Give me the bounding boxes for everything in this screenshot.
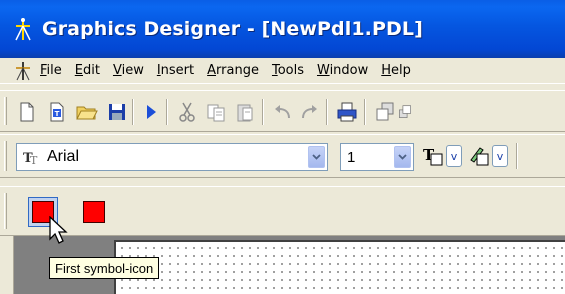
format-toolbar: TT Arial 1 T v v xyxy=(0,134,565,178)
tooltip: First symbol-icon xyxy=(49,257,160,279)
text-color-icon[interactable]: T xyxy=(422,145,444,167)
print-icon[interactable] xyxy=(336,101,358,123)
app-icon[interactable] xyxy=(12,16,34,42)
line-color-icon[interactable] xyxy=(468,145,490,167)
menu-view[interactable]: View xyxy=(113,63,144,78)
toolbar-separator xyxy=(364,99,366,125)
text-color-dropdown[interactable]: v xyxy=(446,145,462,167)
new-template-icon[interactable]: T xyxy=(46,101,68,123)
tooltip-text: First symbol-icon xyxy=(55,260,154,276)
toolbar-separator xyxy=(132,99,134,125)
copy-icon[interactable] xyxy=(206,101,228,123)
undo-icon[interactable] xyxy=(272,101,294,123)
bring-forward-icon[interactable] xyxy=(374,101,396,123)
menu-tools[interactable]: Tools xyxy=(272,63,304,78)
chevron-down-icon[interactable] xyxy=(394,146,411,168)
toolbar-separator xyxy=(166,99,168,125)
menu-file[interactable]: File xyxy=(40,63,62,78)
menu-bar: File Edit View Insert Arrange Tools Wind… xyxy=(0,58,565,84)
open-folder-icon[interactable] xyxy=(76,101,98,123)
cut-icon[interactable] xyxy=(176,101,198,123)
toolbar-separator xyxy=(516,143,518,169)
toolbar-separator xyxy=(326,99,328,125)
new-file-icon[interactable] xyxy=(16,101,38,123)
menu-window[interactable]: Window xyxy=(317,63,368,78)
menu-arrange[interactable]: Arrange xyxy=(207,63,259,78)
title-bar: Graphics Designer - [NewPdl1.PDL] xyxy=(0,0,565,58)
drawing-canvas[interactable] xyxy=(114,240,565,294)
window-title: Graphics Designer - [NewPdl1.PDL] xyxy=(42,18,423,40)
toolbar-grip[interactable] xyxy=(4,97,7,125)
svg-text:T: T xyxy=(55,110,60,118)
menu-insert[interactable]: Insert xyxy=(157,63,194,78)
chevron-down-icon[interactable] xyxy=(308,146,325,168)
mouse-pointer-icon xyxy=(49,215,71,246)
font-size-value: 1 xyxy=(347,148,356,166)
redo-icon[interactable] xyxy=(298,101,320,123)
save-icon[interactable] xyxy=(106,101,128,123)
line-color-dropdown[interactable]: v xyxy=(492,145,508,167)
font-name-combo[interactable]: TT Arial xyxy=(16,143,328,171)
toolbar-grip[interactable] xyxy=(4,193,7,229)
vertical-ruler xyxy=(0,236,14,294)
symbol-toolbar xyxy=(0,186,565,236)
truetype-font-icon: TT xyxy=(17,149,41,165)
second-symbol-icon[interactable] xyxy=(79,197,109,227)
document-menu-icon[interactable] xyxy=(14,61,32,81)
run-icon[interactable] xyxy=(140,101,162,123)
red-square-icon xyxy=(83,201,105,223)
send-backward-icon[interactable] xyxy=(398,101,412,123)
menu-edit[interactable]: Edit xyxy=(75,63,100,78)
font-name-value: Arial xyxy=(47,148,80,165)
standard-toolbar: T xyxy=(0,90,565,132)
svg-text:T: T xyxy=(30,154,38,165)
toolbar-separator xyxy=(262,99,264,125)
font-size-combo[interactable]: 1 xyxy=(340,143,414,171)
menu-help[interactable]: Help xyxy=(381,63,411,78)
toolbar-grip[interactable] xyxy=(4,141,7,171)
paste-icon[interactable] xyxy=(234,101,256,123)
